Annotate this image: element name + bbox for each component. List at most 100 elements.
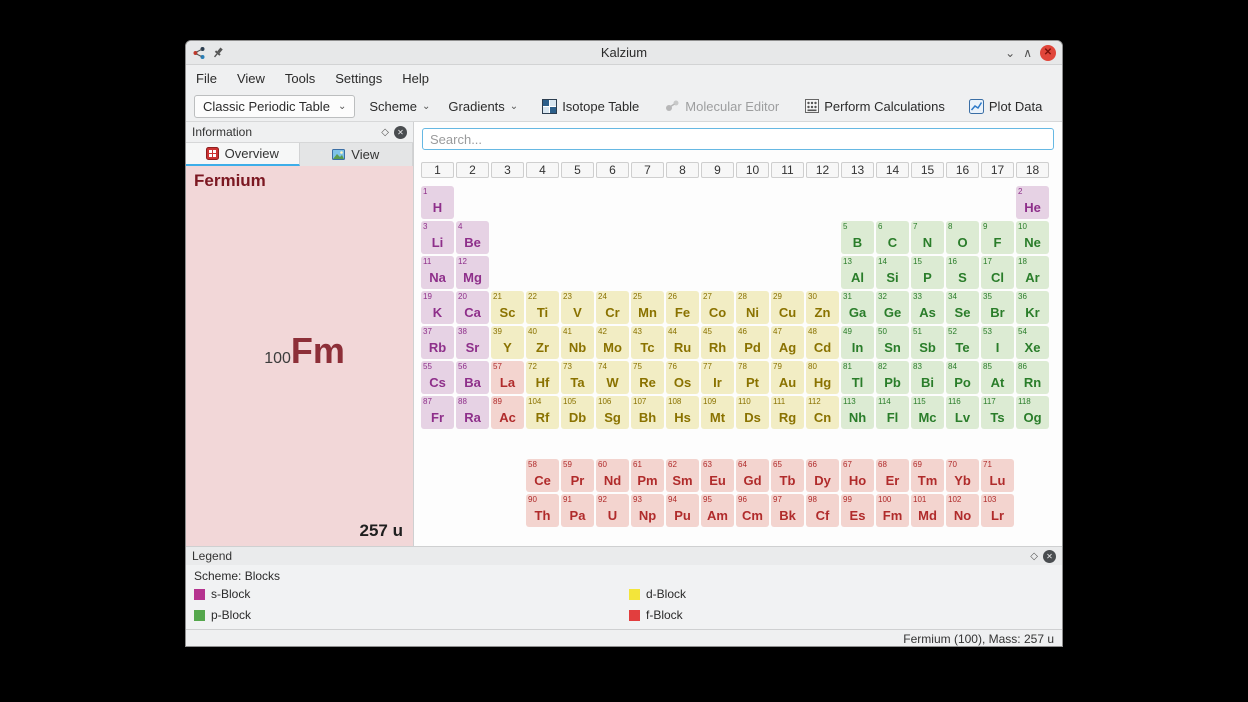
element-Nb[interactable]: 41Nb <box>561 326 594 359</box>
element-Fl[interactable]: 114Fl <box>876 396 909 429</box>
element-Ra[interactable]: 88Ra <box>456 396 489 429</box>
element-N[interactable]: 7N <box>911 221 944 254</box>
menu-item-help[interactable]: Help <box>402 71 429 86</box>
element-O[interactable]: 8O <box>946 221 979 254</box>
element-Au[interactable]: 79Au <box>771 361 804 394</box>
element-Kr[interactable]: 36Kr <box>1016 291 1049 324</box>
pin-icon[interactable] <box>212 46 225 59</box>
tab-overview[interactable]: Overview <box>186 143 300 166</box>
table-type-select[interactable]: Classic Periodic Table ⌄ <box>194 95 355 118</box>
menu-item-tools[interactable]: Tools <box>285 71 315 86</box>
menu-item-file[interactable]: File <box>196 71 217 86</box>
element-Er[interactable]: 68Er <box>876 459 909 492</box>
element-Ds[interactable]: 110Ds <box>736 396 769 429</box>
element-Be[interactable]: 4Be <box>456 221 489 254</box>
element-Cu[interactable]: 29Cu <box>771 291 804 324</box>
element-Nd[interactable]: 60Nd <box>596 459 629 492</box>
element-Np[interactable]: 93Np <box>631 494 664 527</box>
element-Fm[interactable]: 100Fm <box>876 494 909 527</box>
element-Si[interactable]: 14Si <box>876 256 909 289</box>
element-K[interactable]: 19K <box>421 291 454 324</box>
element-Ts[interactable]: 117Ts <box>981 396 1014 429</box>
element-Rf[interactable]: 104Rf <box>526 396 559 429</box>
element-Se[interactable]: 34Se <box>946 291 979 324</box>
float-panel-icon[interactable]: ◇ <box>1030 551 1038 562</box>
menu-item-settings[interactable]: Settings <box>335 71 382 86</box>
element-Hg[interactable]: 80Hg <box>806 361 839 394</box>
element-Dy[interactable]: 66Dy <box>806 459 839 492</box>
element-Am[interactable]: 95Am <box>701 494 734 527</box>
element-Pb[interactable]: 82Pb <box>876 361 909 394</box>
element-Ar[interactable]: 18Ar <box>1016 256 1049 289</box>
element-Cd[interactable]: 48Cd <box>806 326 839 359</box>
element-Ti[interactable]: 22Ti <box>526 291 559 324</box>
element-Yb[interactable]: 70Yb <box>946 459 979 492</box>
element-In[interactable]: 49In <box>841 326 874 359</box>
element-Re[interactable]: 75Re <box>631 361 664 394</box>
element-Rn[interactable]: 86Rn <box>1016 361 1049 394</box>
element-He[interactable]: 2He <box>1016 186 1049 219</box>
element-Cs[interactable]: 55Cs <box>421 361 454 394</box>
element-Mc[interactable]: 115Mc <box>911 396 944 429</box>
element-Nh[interactable]: 113Nh <box>841 396 874 429</box>
element-Lr[interactable]: 103Lr <box>981 494 1014 527</box>
element-W[interactable]: 74W <box>596 361 629 394</box>
menu-item-view[interactable]: View <box>237 71 265 86</box>
element-B[interactable]: 5B <box>841 221 874 254</box>
element-Ga[interactable]: 31Ga <box>841 291 874 324</box>
element-Sm[interactable]: 62Sm <box>666 459 699 492</box>
element-Mg[interactable]: 12Mg <box>456 256 489 289</box>
element-Tm[interactable]: 69Tm <box>911 459 944 492</box>
element-U[interactable]: 92U <box>596 494 629 527</box>
element-Po[interactable]: 84Po <box>946 361 979 394</box>
element-La[interactable]: 57La <box>491 361 524 394</box>
gradients-button[interactable]: Gradients ⌄ <box>444 97 522 116</box>
element-Co[interactable]: 27Co <box>701 291 734 324</box>
element-Ru[interactable]: 44Ru <box>666 326 699 359</box>
element-At[interactable]: 85At <box>981 361 1014 394</box>
element-Al[interactable]: 13Al <box>841 256 874 289</box>
element-Og[interactable]: 118Og <box>1016 396 1049 429</box>
element-Sc[interactable]: 21Sc <box>491 291 524 324</box>
element-Xe[interactable]: 54Xe <box>1016 326 1049 359</box>
element-Lv[interactable]: 116Lv <box>946 396 979 429</box>
element-Fr[interactable]: 87Fr <box>421 396 454 429</box>
element-Mt[interactable]: 109Mt <box>701 396 734 429</box>
element-Pm[interactable]: 61Pm <box>631 459 664 492</box>
element-Gd[interactable]: 64Gd <box>736 459 769 492</box>
element-Y[interactable]: 39Y <box>491 326 524 359</box>
maximize-button[interactable]: ∧ <box>1023 47 1032 59</box>
title-bar[interactable]: Kalzium ⌄ ∧ ✕ <box>186 41 1062 65</box>
element-Br[interactable]: 35Br <box>981 291 1014 324</box>
element-Pr[interactable]: 59Pr <box>561 459 594 492</box>
element-Fe[interactable]: 26Fe <box>666 291 699 324</box>
element-Db[interactable]: 105Db <box>561 396 594 429</box>
search-input[interactable] <box>422 128 1054 150</box>
element-Mo[interactable]: 42Mo <box>596 326 629 359</box>
element-Hs[interactable]: 108Hs <box>666 396 699 429</box>
tab-view[interactable]: View <box>300 143 414 166</box>
scheme-button[interactable]: Scheme ⌄ <box>365 97 434 116</box>
element-Lu[interactable]: 71Lu <box>981 459 1014 492</box>
element-Md[interactable]: 101Md <box>911 494 944 527</box>
element-Bk[interactable]: 97Bk <box>771 494 804 527</box>
element-Pu[interactable]: 94Pu <box>666 494 699 527</box>
minimize-button[interactable]: ⌄ <box>1005 47 1015 59</box>
element-Ge[interactable]: 32Ge <box>876 291 909 324</box>
element-Sr[interactable]: 38Sr <box>456 326 489 359</box>
close-panel-icon[interactable]: ✕ <box>1043 550 1056 563</box>
element-Ne[interactable]: 10Ne <box>1016 221 1049 254</box>
element-Zr[interactable]: 40Zr <box>526 326 559 359</box>
element-No[interactable]: 102No <box>946 494 979 527</box>
element-Bi[interactable]: 83Bi <box>911 361 944 394</box>
element-Cf[interactable]: 98Cf <box>806 494 839 527</box>
element-Ca[interactable]: 20Ca <box>456 291 489 324</box>
element-Sn[interactable]: 50Sn <box>876 326 909 359</box>
element-F[interactable]: 9F <box>981 221 1014 254</box>
element-Ta[interactable]: 73Ta <box>561 361 594 394</box>
element-Hf[interactable]: 72Hf <box>526 361 559 394</box>
element-Bh[interactable]: 107Bh <box>631 396 664 429</box>
element-Es[interactable]: 99Es <box>841 494 874 527</box>
element-S[interactable]: 16S <box>946 256 979 289</box>
element-Tb[interactable]: 65Tb <box>771 459 804 492</box>
